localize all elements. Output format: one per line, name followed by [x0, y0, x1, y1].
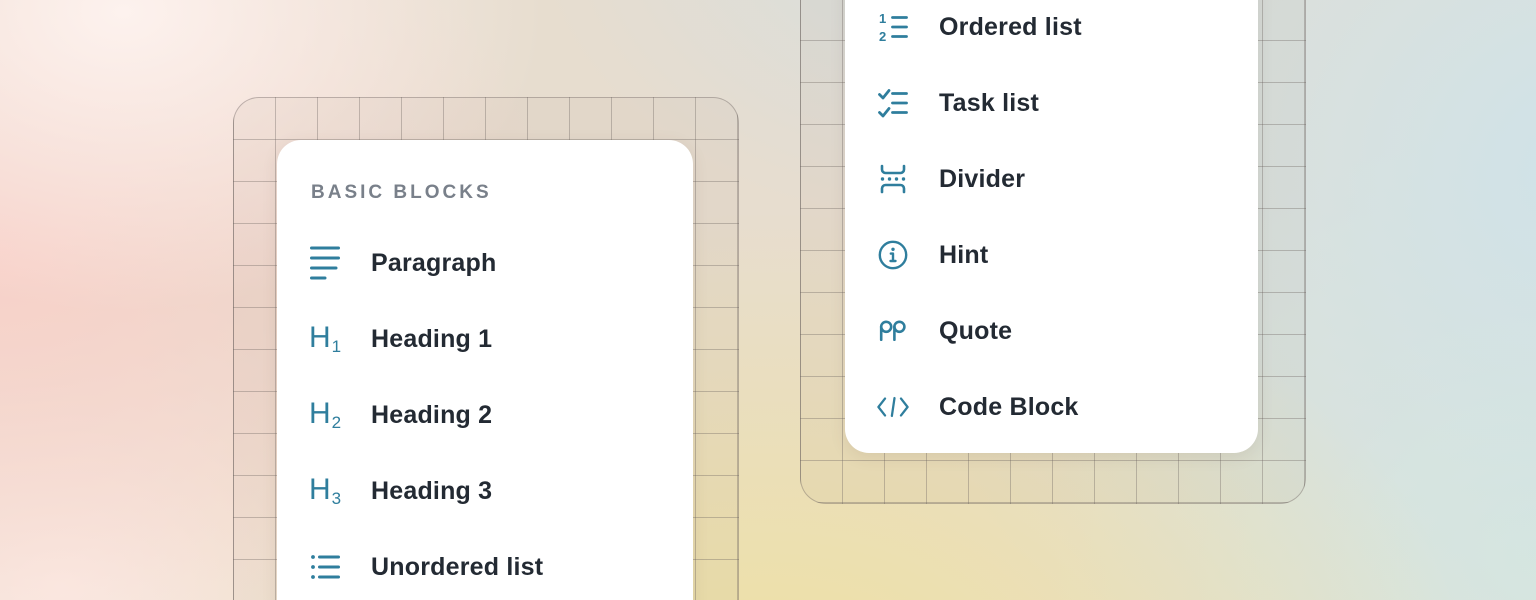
task-list-icon: [877, 85, 909, 121]
menu-item-label: Task list: [939, 89, 1039, 118]
heading-2-icon: H2: [309, 397, 341, 433]
basic-blocks-menu: BASIC BLOCKS Paragraph H1 Heading 1 H2 Headi…: [277, 140, 693, 600]
menu-item-label: Heading 1: [371, 325, 492, 354]
menu-item-label: Heading 2: [371, 401, 492, 430]
menu-item-heading-3[interactable]: H3 Heading 3: [277, 453, 693, 529]
menu-item-label: Unordered list: [371, 553, 543, 582]
menu-item-label: Heading 3: [371, 477, 492, 506]
blocks-menu-continued-list: 1 2 Ordered list Task list Divider Hint …: [845, 0, 1258, 445]
blocks-menu-continued: 1 2 Ordered list Task list Divider Hint …: [845, 0, 1258, 453]
menu-item-label: Quote: [939, 317, 1012, 346]
basic-blocks-menu-list: Paragraph H1 Heading 1 H2 Heading 2 H3 Heading…: [277, 225, 693, 600]
menu-item-heading-1[interactable]: H1 Heading 1: [277, 301, 693, 377]
hint-icon: [877, 237, 909, 273]
unordered-list-icon: [309, 549, 341, 585]
heading-1-icon: H1: [309, 321, 341, 357]
svg-text:1: 1: [879, 12, 886, 26]
menu-item-label: Paragraph: [371, 249, 496, 278]
svg-text:2: 2: [879, 29, 886, 42]
divider-icon: [877, 161, 909, 197]
section-header: BASIC BLOCKS: [311, 182, 693, 204]
menu-item-unordered-list[interactable]: Unordered list: [277, 529, 693, 600]
menu-item-code-block[interactable]: Code Block: [845, 369, 1258, 445]
menu-item-label: Code Block: [939, 393, 1079, 422]
menu-item-task-list[interactable]: Task list: [845, 65, 1258, 141]
menu-item-heading-2[interactable]: H2 Heading 2: [277, 377, 693, 453]
heading-3-icon: H3: [309, 473, 341, 509]
menu-item-hint[interactable]: Hint: [845, 217, 1258, 293]
ordered-list-icon: 1 2: [877, 9, 909, 45]
code-block-icon: [877, 389, 909, 425]
menu-item-quote[interactable]: Quote: [845, 293, 1258, 369]
menu-item-label: Divider: [939, 165, 1025, 194]
editor-blocks-hero: BASIC BLOCKS Paragraph H1 Heading 1 H2 Headi…: [0, 0, 1536, 600]
menu-item-paragraph[interactable]: Paragraph: [277, 225, 693, 301]
menu-item-ordered-list[interactable]: 1 2 Ordered list: [845, 0, 1258, 65]
menu-item-label: Hint: [939, 241, 988, 270]
menu-item-divider[interactable]: Divider: [845, 141, 1258, 217]
quote-icon: [877, 313, 909, 349]
menu-item-label: Ordered list: [939, 13, 1082, 42]
paragraph-icon: [309, 245, 341, 281]
